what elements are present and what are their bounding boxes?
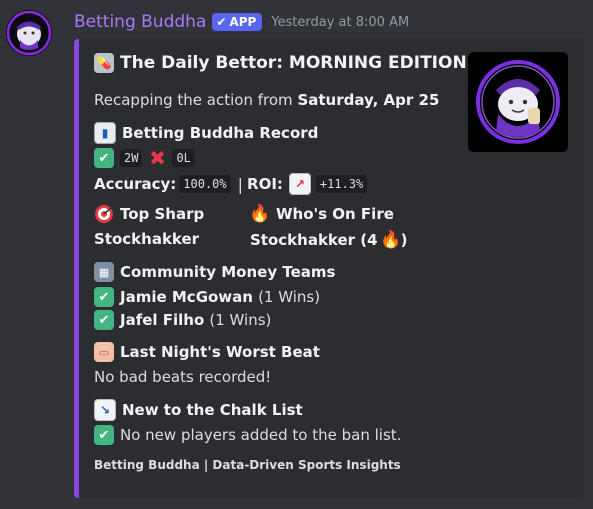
check-mark-icon: ✔ — [94, 148, 114, 168]
on-fire-name: Stockhakker (4 — [250, 231, 378, 249]
community-team-row: ✔ Jafel Filho (1 Wins) — [94, 310, 271, 330]
pill-icon: 💊 — [94, 53, 114, 73]
embed-title-row: 💊 The Daily Bettor: MORNING EDITION — [94, 53, 467, 73]
embed-footer: Betting Buddha | Data-Driven Sports Insi… — [94, 458, 401, 472]
team-wins: (1 Wins) — [258, 288, 321, 306]
embed-card: 💊 The Daily Bettor: MORNING EDITION Reca… — [74, 39, 584, 498]
team-name: Jafel Filho — [120, 311, 205, 329]
accuracy-row: Accuracy: 100.0% | ROI: ↗ +11.3% — [94, 173, 370, 195]
recap-line: Recapping the action from Saturday, Apr … — [94, 91, 439, 109]
embed-thumbnail[interactable] — [468, 52, 568, 152]
on-fire-name-row: Stockhakker (4 🔥 ) — [250, 230, 407, 250]
app-badge-label: APP — [229, 15, 257, 29]
message-timestamp[interactable]: Yesterday at 8:00 AM — [271, 15, 409, 30]
verified-check-icon: ✔ — [216, 15, 227, 29]
record-heading-row: ▮ Betting Buddha Record — [94, 122, 318, 144]
fire-icon: 🔥 — [249, 204, 271, 224]
recap-date: Saturday, Apr 25 — [297, 91, 440, 109]
app-badge: ✔ APP — [212, 13, 263, 31]
worst-beat-heading-row: ▭ Last Night's Worst Beat — [94, 342, 320, 362]
record-heading: Betting Buddha Record — [122, 124, 319, 142]
embed-title: The Daily Bettor: MORNING EDITION — [120, 53, 467, 73]
on-fire-close-paren: ) — [400, 231, 408, 249]
accuracy-value: 100.0% — [179, 175, 231, 193]
top-sharp-name: Stockhakker — [94, 230, 200, 248]
chalk-heading-row: ↘ New to the Chalk List — [94, 399, 303, 421]
chalk-text-row: ✔ No new players added to the ban list. — [94, 425, 401, 445]
top-sharp-heading: Top Sharp — [120, 205, 205, 223]
top-sharp-heading-row: Top Sharp — [94, 204, 204, 224]
chalk-heading: New to the Chalk List — [122, 401, 303, 419]
chalk-text: No new players added to the ban list. — [120, 426, 402, 444]
target-icon — [94, 204, 114, 224]
bandage-icon: ▭ — [94, 342, 114, 362]
on-fire-heading-row: 🔥 Who's On Fire — [249, 204, 394, 224]
record-result-row: ✔ 2W ✖ 0L — [94, 146, 198, 170]
bar-chart-icon: ▮ — [94, 122, 116, 144]
cross-mark-icon: ✖ — [149, 146, 166, 170]
accuracy-separator: | — [237, 174, 244, 194]
losses-value: 0L — [172, 149, 195, 167]
check-mark-icon: ✔ — [94, 287, 114, 307]
roi-label: ROI: — [247, 175, 283, 193]
fire-icon: 🔥 — [380, 230, 402, 250]
bot-name[interactable]: Betting Buddha — [74, 12, 206, 32]
recap-prefix: Recapping the action from — [94, 91, 293, 109]
worst-beat-heading: Last Night's Worst Beat — [120, 343, 320, 361]
stadium-icon: ▦ — [94, 262, 114, 282]
chart-increasing-icon: ↗ — [288, 173, 311, 195]
accuracy-label: Accuracy: — [94, 175, 177, 193]
community-heading-row: ▦ Community Money Teams — [94, 262, 335, 282]
team-wins: (1 Wins) — [209, 311, 272, 329]
on-fire-heading: Who's On Fire — [276, 205, 394, 223]
bot-avatar[interactable] — [6, 10, 52, 56]
worst-beat-text: No bad beats recorded! — [94, 368, 272, 386]
team-name: Jamie McGowan — [120, 288, 253, 306]
chart-decreasing-icon: ↘ — [94, 399, 116, 421]
check-mark-icon: ✔ — [94, 310, 114, 330]
roi-value: +11.3% — [315, 175, 368, 193]
community-team-row: ✔ Jamie McGowan (1 Wins) — [94, 287, 320, 307]
community-heading: Community Money Teams — [120, 263, 336, 281]
check-mark-icon: ✔ — [94, 425, 114, 445]
wins-value: 2W — [120, 149, 143, 167]
message-header: Betting Buddha ✔ APP Yesterday at 8:00 A… — [74, 9, 409, 35]
